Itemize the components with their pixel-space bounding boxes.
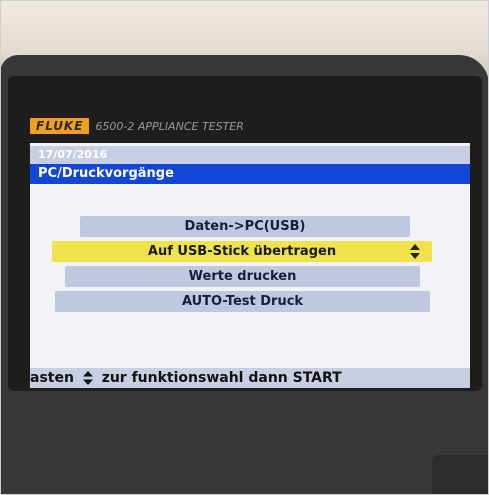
menu-item-werte-drucken[interactable]: Werte drucken	[65, 266, 420, 287]
device-model: 6500-2 APPLIANCE TESTER	[95, 119, 244, 133]
menu-item-label: Daten->PC(USB)	[184, 219, 306, 234]
updown-arrows-icon	[82, 371, 93, 385]
menu-item-usb-stick[interactable]: Auf USB-Stick übertragen	[52, 241, 432, 262]
menu-item-daten-pc-usb[interactable]: Daten->PC(USB)	[80, 216, 410, 237]
brand-header: FLUKE 6500-2 APPLIANCE TESTER	[30, 118, 244, 134]
menu-item-label: Werte drucken	[188, 269, 297, 284]
status-prefix: asten	[30, 370, 74, 386]
date-display: 17/07/2016	[30, 146, 470, 164]
menu-item-label: AUTO-Test Druck	[181, 294, 304, 309]
page-title: PC/Druckvorgänge	[30, 164, 470, 184]
brand-logo: FLUKE	[30, 118, 90, 134]
device-button[interactable]	[432, 455, 489, 495]
status-instruction: zur funktionswahl dann START	[101, 370, 342, 386]
menu-item-auto-test-druck[interactable]: AUTO-Test Druck	[55, 291, 430, 312]
status-bar: asten zur funktionswahl dann START	[30, 368, 470, 388]
updown-arrows-icon	[410, 244, 420, 259]
menu-item-label: Auf USB-Stick übertragen	[147, 244, 337, 259]
lcd-screen: 17/07/2016 PC/Druckvorgänge Daten->PC(US…	[30, 143, 470, 388]
